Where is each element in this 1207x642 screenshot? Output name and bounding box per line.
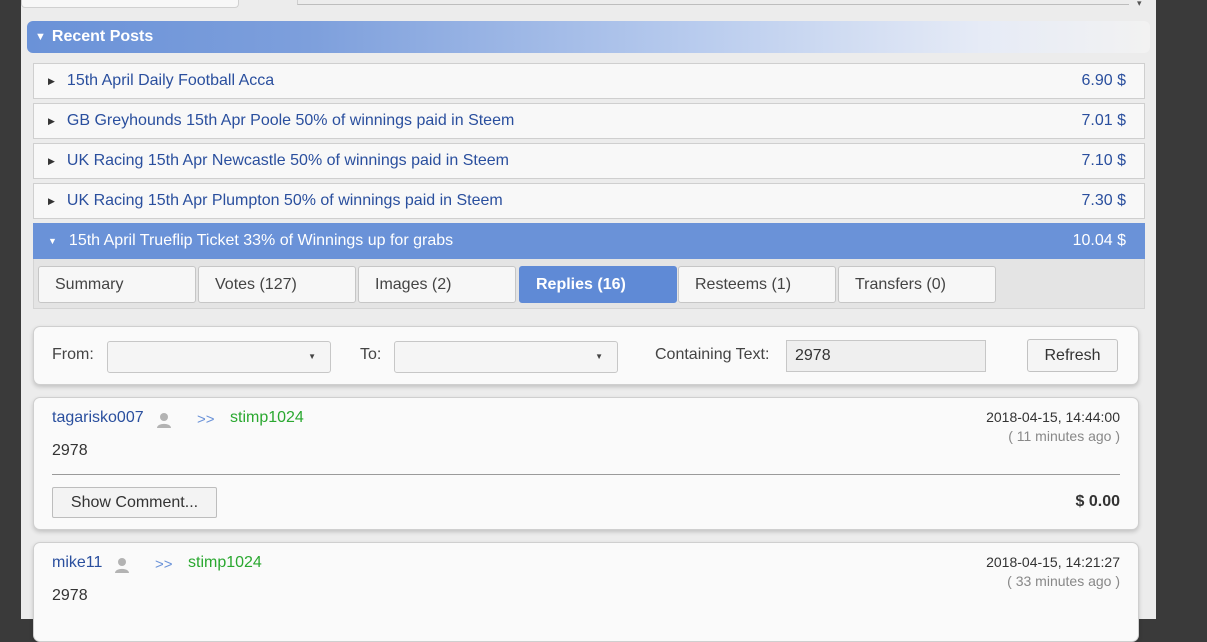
tab-summary[interactable]: Summary bbox=[38, 266, 196, 303]
caret-right-icon: ▶ bbox=[48, 155, 55, 166]
reply-body: 2978 bbox=[52, 442, 88, 459]
reply-arrows: >> bbox=[197, 411, 215, 428]
top-widget-stub bbox=[21, 0, 239, 8]
tab-transfers[interactable]: Transfers (0) bbox=[838, 266, 996, 303]
post-row[interactable]: ▶ GB Greyhounds 15th Apr Poole 50% of wi… bbox=[33, 103, 1145, 139]
tab-images[interactable]: Images (2) bbox=[358, 266, 516, 303]
top-dropdown-icon: ▾ bbox=[1137, 0, 1142, 8]
triangle-down-icon: ▼ bbox=[35, 31, 46, 43]
person-icon bbox=[115, 558, 129, 573]
post-title: UK Racing 15th Apr Plumpton 50% of winni… bbox=[66, 192, 503, 209]
reply-filter: From: ▼ To: ▼ Containing Text: 2978 Refr… bbox=[33, 326, 1139, 385]
reply-author[interactable]: mike11 bbox=[52, 554, 102, 572]
from-select[interactable]: ▼ bbox=[107, 341, 331, 373]
containing-text-label: Containing Text: bbox=[655, 346, 770, 363]
tab-votes[interactable]: Votes (127) bbox=[198, 266, 356, 303]
post-row[interactable]: ▶ UK Racing 15th Apr Plumpton 50% of win… bbox=[33, 183, 1145, 219]
top-input-stub bbox=[297, 0, 1129, 5]
reply-recipient[interactable]: stimp1024 bbox=[230, 409, 304, 427]
post-tabs: Summary Votes (127) Images (2) Replies (… bbox=[33, 259, 1145, 309]
show-comment-button[interactable]: Show Comment... bbox=[52, 487, 217, 518]
reply-ago: ( 11 minutes ago ) bbox=[1008, 428, 1120, 444]
chevron-down-icon: ▼ bbox=[595, 352, 603, 361]
post-row[interactable]: ▶ 15th April Daily Football Acca 6.90 $ bbox=[33, 63, 1145, 99]
tab-replies[interactable]: Replies (16) bbox=[519, 266, 677, 303]
main-panel: ▾ ▼ Recent Posts ▶ 15th April Daily Foot… bbox=[21, 0, 1156, 642]
caret-right-icon: ▶ bbox=[48, 75, 55, 86]
reply-recipient[interactable]: stimp1024 bbox=[188, 554, 262, 572]
from-label: From: bbox=[52, 346, 94, 363]
post-row[interactable]: ▶ UK Racing 15th Apr Newcastle 50% of wi… bbox=[33, 143, 1145, 179]
tab-resteems[interactable]: Resteems (1) bbox=[678, 266, 836, 303]
reply-datetime: 2018-04-15, 14:21:27 bbox=[986, 554, 1120, 570]
reply-author[interactable]: tagarisko007 bbox=[52, 409, 144, 427]
reply-card: mike11 >> stimp1024 2018-04-15, 14:21:27… bbox=[33, 542, 1139, 642]
reply-body: 2978 bbox=[52, 587, 88, 604]
reply-datetime: 2018-04-15, 14:44:00 bbox=[986, 409, 1120, 425]
caret-right-icon: ▶ bbox=[48, 115, 55, 126]
divider bbox=[52, 474, 1120, 475]
chevron-down-icon: ▼ bbox=[308, 352, 316, 361]
post-value: 7.10 $ bbox=[1081, 152, 1126, 169]
reply-arrows: >> bbox=[155, 556, 173, 573]
recent-posts-header[interactable]: ▼ Recent Posts bbox=[27, 21, 1150, 53]
post-value: 10.04 $ bbox=[1072, 232, 1126, 249]
refresh-button[interactable]: Refresh bbox=[1027, 339, 1118, 372]
post-title: 15th April Daily Football Acca bbox=[66, 72, 275, 89]
caret-right-icon: ▶ bbox=[48, 195, 55, 206]
post-title: 15th April Trueflip Ticket 33% of Winnin… bbox=[68, 232, 454, 249]
post-title: GB Greyhounds 15th Apr Poole 50% of winn… bbox=[66, 112, 515, 129]
caret-down-icon: ▼ bbox=[48, 236, 57, 246]
post-value: 7.30 $ bbox=[1081, 192, 1126, 209]
person-icon bbox=[157, 413, 171, 428]
section-title: Recent Posts bbox=[51, 28, 154, 45]
to-select[interactable]: ▼ bbox=[394, 341, 618, 373]
reply-amount: $ 0.00 bbox=[1075, 493, 1120, 510]
page-edge bbox=[1156, 0, 1207, 619]
post-row-expanded[interactable]: ▼ 15th April Trueflip Ticket 33% of Winn… bbox=[33, 223, 1145, 259]
post-value: 7.01 $ bbox=[1081, 112, 1126, 129]
containing-text-input[interactable]: 2978 bbox=[786, 340, 986, 372]
reply-ago: ( 33 minutes ago ) bbox=[1007, 573, 1120, 589]
post-value: 6.90 $ bbox=[1081, 72, 1126, 89]
reply-card: tagarisko007 >> stimp1024 2018-04-15, 14… bbox=[33, 397, 1139, 530]
to-label: To: bbox=[360, 346, 382, 363]
post-title: UK Racing 15th Apr Newcastle 50% of winn… bbox=[66, 152, 509, 169]
